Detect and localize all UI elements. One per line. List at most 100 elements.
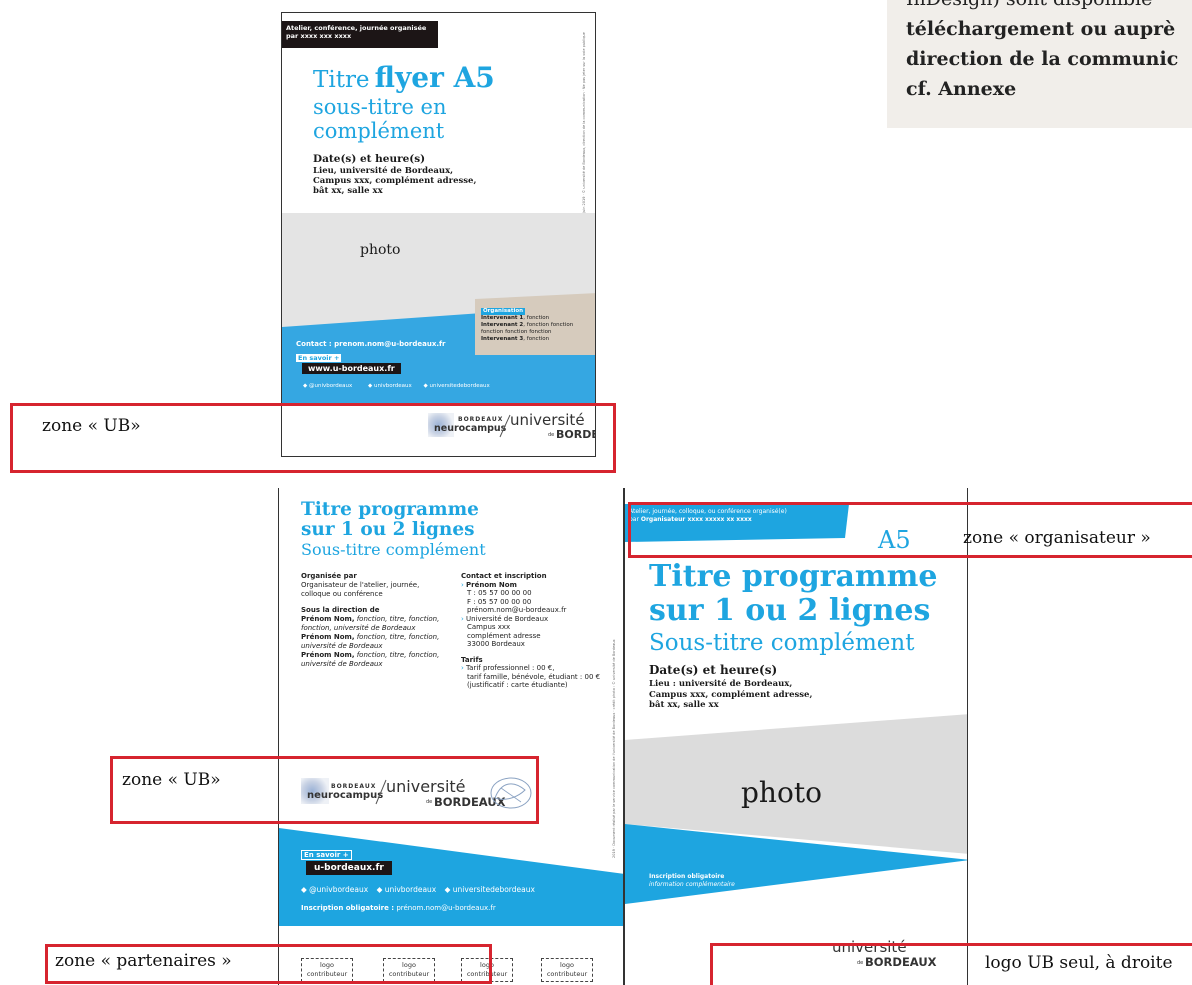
director-2: Prénom Nom, fonction, titre, fonction,	[301, 633, 440, 641]
note-line-3: direction de la communic	[906, 48, 1179, 70]
flyer-social-3[interactable]: universitedebordeaux	[429, 383, 489, 389]
flyer-place-line-2: Campus xxx, complément adresse,	[313, 176, 477, 186]
a5-inscription-label: Inscription obligatoire	[649, 873, 725, 880]
director-3-line-2: université de Bordeaux	[301, 660, 383, 668]
flyer-subtitle: sous-titre en complément	[313, 95, 447, 143]
note-line-4: cf. Annexe	[906, 78, 1017, 100]
flyer-place-line-3: bât xx, salle xx	[313, 186, 383, 196]
flyer-side-text-wrap: Juin 2019 · © université de Bordeaux, di…	[582, 23, 590, 213]
a5-title-line-2: sur 1 ou 2 lignes	[649, 593, 931, 628]
flyer-subtitle-line-2: complément	[313, 119, 445, 143]
flyer-subtitle-line-1: sous-titre en	[313, 95, 447, 119]
address-line-1: › Université de Bordeaux	[461, 614, 549, 623]
flyer-title: Titre flyer A5	[313, 61, 495, 94]
note-line-2: téléchargement ou auprè	[906, 18, 1176, 40]
a5-title: Titre programme sur 1 ou 2 lignes	[649, 560, 938, 628]
flyer-social-1[interactable]: @univbordeaux	[309, 383, 352, 389]
director-1: Prénom Nom, fonction, titre, fonction,	[301, 615, 440, 623]
facebook-icon[interactable]: ◆	[301, 885, 307, 894]
director-3: Prénom Nom, fonction, titre, fonction,	[301, 651, 440, 659]
twitter-icon[interactable]: ◆	[377, 885, 383, 894]
youtube-icon[interactable]: ◆	[424, 383, 428, 389]
flyer-social-2[interactable]: univbordeaux	[374, 383, 412, 389]
zone-ub-box-1	[10, 403, 616, 473]
flyer-place: Lieu, université de Bordeaux, Campus xxx…	[313, 166, 476, 196]
contact-heading: Contact et inscription	[461, 572, 547, 580]
programme-social-3[interactable]: universitedebordeaux	[453, 885, 535, 894]
flyer-website-link[interactable]: www.u-bordeaux.fr	[302, 363, 401, 374]
youtube-icon[interactable]: ◆	[445, 885, 451, 894]
address-line-4: 33000 Bordeaux	[467, 640, 525, 648]
zone-ub-label-2: zone « UB»	[122, 770, 221, 790]
a5-photo-label: photo	[741, 776, 822, 809]
logo-contributeur-4: logo contributeur	[541, 958, 593, 982]
programme-right-column: Contact et inscription › Prénom Nom T : …	[461, 572, 621, 690]
tarif-line-3: (justificatif : carte étudiante)	[467, 681, 568, 689]
programme-side-text-wrap: 2019 · Document réalisé par le service c…	[612, 608, 620, 858]
tarif-line-1: › Tarif professionnel : 00 €,	[461, 664, 555, 672]
programme-title-line-1: Titre programme	[301, 499, 479, 520]
a5-subtitle: Sous-titre complément	[649, 630, 915, 656]
flyer-tag-line-2: par xxxx xxx xxxx	[286, 32, 352, 40]
director-1-line-2: fonction, université de Bordeaux	[301, 624, 416, 632]
programme-subtitle: Sous-titre complément	[301, 540, 486, 559]
address-line-2: Campus xxx	[467, 623, 511, 631]
programme-title: Titre programme sur 1 ou 2 lignes	[301, 500, 479, 540]
sous-direction-heading: Sous la direction de	[301, 606, 380, 614]
flyer-tag-line-1: Atelier, conférence, journée organisée	[286, 24, 427, 32]
zone-ub-box-2	[110, 756, 539, 824]
flyer-org-line-2: Intervenant 2, fonction fonction	[481, 322, 574, 328]
a5-info: information complémentaire	[649, 881, 735, 888]
contact-mail[interactable]: prénom.nom@u-bordeaux.fr	[461, 606, 621, 615]
programme-en-savoir: En savoir +	[301, 850, 352, 860]
flyer-title-part-2: flyer A5	[374, 61, 495, 94]
programme-side-text: 2019 · Document réalisé par le service c…	[612, 639, 616, 858]
flyer-side-text: Juin 2019 · © université de Bordeaux, di…	[582, 32, 586, 213]
flyer-en-savoir: En savoir +	[296, 354, 342, 362]
address-line-3: complément adresse	[467, 631, 541, 640]
a5-inscription: Inscription obligatoire information comp…	[649, 873, 735, 889]
flyer-socials: ◆ @univbordeaux ◆ univbordeaux ◆ univers…	[303, 383, 490, 389]
note-line-1: InDesign) sont disponible	[906, 0, 1152, 10]
organisateur-line-2: colloque ou conférence	[301, 590, 383, 598]
flyer-org-line-3: fonction fonction fonction	[481, 329, 552, 335]
a5-date: Date(s) et heure(s)	[649, 663, 778, 677]
a5-place-line-1: Lieu : université de Bordeaux,	[649, 679, 793, 689]
twitter-icon[interactable]: ◆	[368, 383, 372, 389]
flyer-title-part-1: Titre	[313, 67, 370, 93]
flyer-org-title: Organisation	[481, 308, 526, 315]
flyer-tag-bar: Atelier, conférence, journée organisée p…	[282, 21, 438, 48]
tarif-line-2: tarif famille, bénévole, étudiant : 00 €	[467, 672, 601, 681]
flyer-a5-preview: Atelier, conférence, journée organisée p…	[281, 12, 596, 457]
contact-fax: F : 05 57 00 00 00	[467, 597, 532, 606]
flyer-date: Date(s) et heure(s)	[313, 153, 426, 165]
programme-socials: ◆ @univbordeaux ◆ univbordeaux ◆ univers…	[301, 885, 535, 894]
tarifs-heading: Tarifs	[461, 655, 483, 664]
zone-organisateur-label: zone « organisateur »	[963, 528, 1151, 548]
contact-name: › Prénom Nom	[461, 580, 517, 589]
zone-partenaires-label: zone « partenaires »	[55, 951, 232, 971]
programme-title-line-2: sur 1 ou 2 lignes	[301, 519, 475, 540]
a5-place-line-2: Campus xxx, complément adresse,	[649, 689, 813, 700]
programme-social-1[interactable]: @univbordeaux	[309, 885, 368, 894]
contact-phone: T : 05 57 00 00 00	[467, 589, 532, 597]
note-box: InDesign) sont disponible téléchargement…	[887, 0, 1192, 128]
a5-page: Atelier, journée, colloque, ou conférenc…	[623, 488, 968, 985]
logo-ub-seul-label: logo UB seul, à droite	[985, 953, 1173, 973]
a5-title-line-1: Titre programme	[649, 559, 938, 594]
programme-inscription: Inscription obligatoire : prénom.nom@u-b…	[301, 904, 496, 912]
flyer-org-line-1: Intervenant 1, fonction	[481, 315, 550, 321]
programme-page: Titre programme sur 1 ou 2 lignes Sous-t…	[278, 488, 624, 985]
facebook-icon[interactable]: ◆	[303, 383, 307, 389]
programme-left-column: Organisée par Organisateur de l'atelier,…	[301, 572, 461, 669]
programme-website-link[interactable]: u-bordeaux.fr	[306, 861, 392, 875]
director-2-line-2: université de Bordeaux	[301, 642, 383, 650]
flyer-place-line-1: Lieu, université de Bordeaux,	[313, 166, 454, 176]
flyer-photo-label: photo	[360, 242, 401, 258]
a5-place-line-3: bât xx, salle xx	[649, 700, 719, 710]
a5-place: Lieu : université de Bordeaux, Campus xx…	[649, 679, 812, 711]
organisateur-line-1: Organisateur de l'atelier, journée,	[301, 581, 420, 589]
flyer-org-line-4: Intervenant 3, fonction	[481, 336, 550, 342]
flyer-organisation: Organisation Intervenant 1, fonction Int…	[481, 308, 573, 343]
programme-social-2[interactable]: univbordeaux	[385, 885, 437, 894]
